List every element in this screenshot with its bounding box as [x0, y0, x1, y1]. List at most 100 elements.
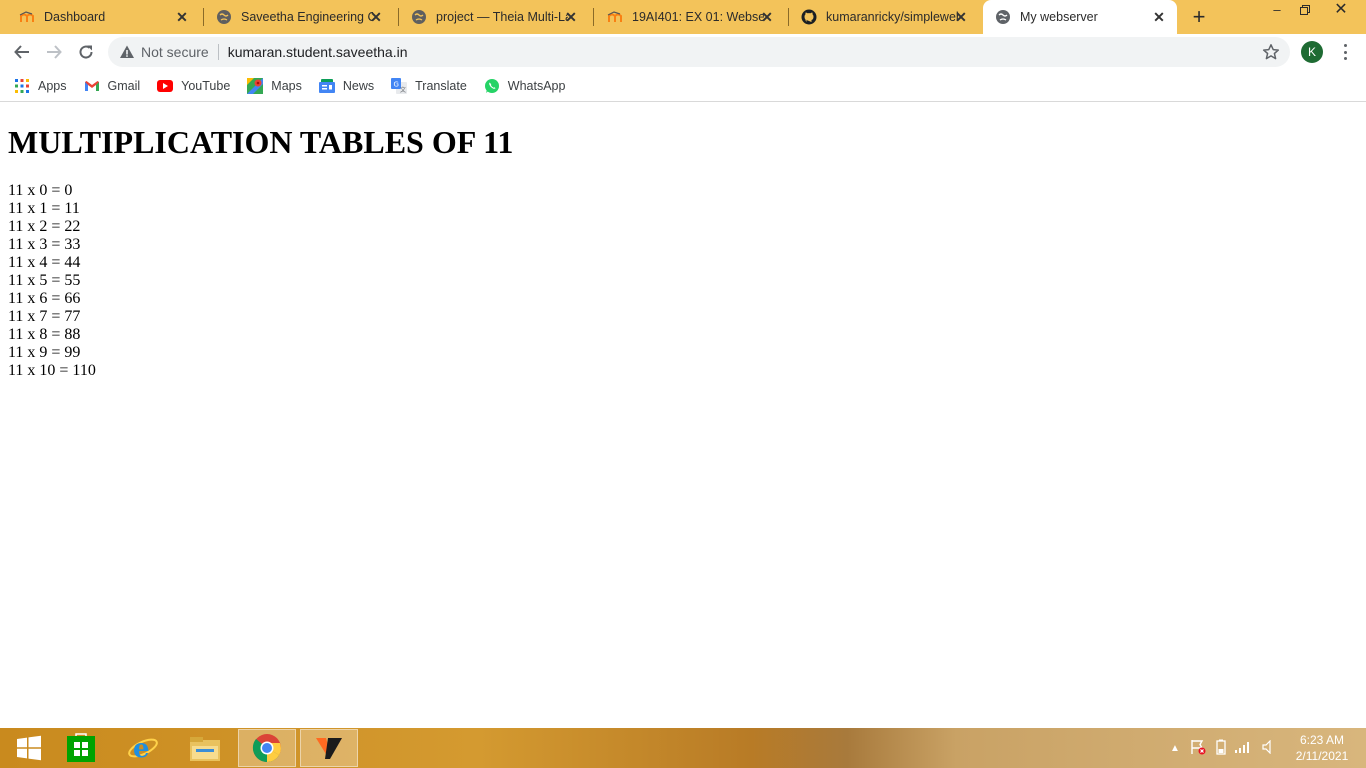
browser-menu-button[interactable]: [1337, 43, 1353, 61]
volume-icon[interactable]: [1262, 739, 1274, 757]
table-row: 11 x 0 = 0: [8, 182, 73, 199]
app-v-icon: [316, 738, 342, 759]
news-icon: [318, 78, 335, 94]
bookmark-label: News: [342, 78, 375, 93]
chevron-up-icon[interactable]: ▲: [1170, 743, 1180, 754]
bookmark-news[interactable]: News: [318, 78, 375, 94]
restore-icon: [1300, 5, 1310, 15]
windows-taskbar: e ▲ 6:23 AM 2/11/2021: [0, 728, 1366, 768]
gmail-icon: [84, 78, 100, 94]
action-center-flag-icon[interactable]: [1190, 739, 1206, 758]
taskbar-file-explorer[interactable]: [176, 729, 234, 767]
system-clock[interactable]: 6:23 AM 2/11/2021: [1289, 732, 1355, 764]
tab-title: project — Theia Multi-La: [436, 10, 568, 24]
table-row: 11 x 4 = 44: [8, 254, 81, 271]
close-tab-icon[interactable]: ✕: [563, 9, 579, 25]
taskbar-chrome[interactable]: [238, 729, 296, 767]
bookmark-star-icon[interactable]: [1262, 43, 1280, 61]
back-button[interactable]: [10, 40, 34, 64]
bookmarks-bar: Apps Gmail YouTube Maps News G文 Translat…: [0, 70, 1366, 102]
taskbar-store[interactable]: [52, 729, 110, 767]
bookmark-label: Gmail: [107, 78, 141, 93]
close-tab-icon[interactable]: ✕: [174, 9, 190, 25]
table-row: 11 x 6 = 66: [8, 290, 81, 307]
bookmark-maps[interactable]: Maps: [247, 77, 302, 94]
forward-button[interactable]: [42, 40, 66, 64]
page-content: MULTIPLICATION TABLES OF 11 11 x 0 = 0 1…: [0, 103, 1366, 728]
url-text[interactable]: kumaran.student.saveetha.in: [228, 44, 408, 60]
tab-title: kumaranricky/simpleweb: [826, 10, 958, 24]
close-tab-icon[interactable]: ✕: [759, 9, 775, 25]
clock-time: 6:23 AM: [1299, 733, 1345, 747]
bookmark-label: WhatsApp: [507, 78, 566, 93]
bookmark-whatsapp[interactable]: WhatsApp: [484, 78, 566, 94]
table-row: 11 x 10 = 110: [8, 362, 96, 379]
moodle-icon: [19, 9, 35, 25]
tab-title: 19AI401: EX 01: Webserv: [632, 10, 764, 24]
close-tab-icon[interactable]: ✕: [1151, 9, 1167, 25]
maps-icon: [247, 77, 264, 94]
translate-icon: G文: [391, 77, 408, 94]
signal-icon[interactable]: [1234, 740, 1252, 757]
close-tab-icon[interactable]: ✕: [953, 9, 969, 25]
apps-grid-icon: [14, 78, 30, 94]
reload-icon: [79, 45, 93, 59]
restore-button[interactable]: [1290, 0, 1320, 22]
multiplication-list: 11 x 0 = 0 11 x 1 = 11 11 x 2 = 22 11 x …: [8, 182, 96, 380]
bookmark-gmail[interactable]: Gmail: [84, 78, 141, 94]
tab-title: Dashboard: [44, 10, 106, 24]
reload-button[interactable]: [74, 40, 98, 64]
tab-github[interactable]: kumaranricky/simpleweb ✕: [782, 0, 979, 34]
svg-text:e: e: [133, 734, 150, 763]
table-row: 11 x 9 = 99: [8, 344, 81, 361]
bookmark-apps[interactable]: Apps: [14, 78, 67, 94]
tab-saveetha[interactable]: Saveetha Engineering Co ✕: [197, 0, 394, 34]
globe-icon: [411, 9, 427, 25]
table-row: 11 x 5 = 55: [8, 272, 81, 289]
internet-explorer-icon: e: [128, 734, 158, 763]
table-row: 11 x 8 = 88: [8, 326, 81, 343]
tab-title: Saveetha Engineering Co: [241, 10, 373, 24]
tab-my-webserver[interactable]: My webserver ✕: [983, 0, 1177, 34]
bookmark-label: Apps: [38, 78, 67, 93]
start-button[interactable]: [0, 729, 58, 767]
tab-dashboard[interactable]: Dashboard ✕: [0, 0, 200, 34]
whatsapp-icon: [484, 78, 500, 94]
svg-text:文: 文: [400, 86, 406, 94]
tab-strip: Dashboard ✕ Saveetha Engineering Co ✕ pr…: [0, 0, 1366, 34]
bookmark-youtube[interactable]: YouTube: [157, 78, 230, 94]
youtube-icon: [157, 78, 174, 94]
taskbar-internet-explorer[interactable]: e: [114, 729, 172, 767]
browser-toolbar: Not secure kumaran.student.saveetha.in K: [0, 34, 1366, 70]
new-tab-button[interactable]: +: [1187, 6, 1211, 28]
address-bar[interactable]: Not secure kumaran.student.saveetha.in: [108, 37, 1290, 67]
security-label[interactable]: Not secure: [141, 44, 209, 60]
arrow-right-icon: [47, 45, 62, 59]
globe-icon: [995, 9, 1011, 25]
clock-date: 2/11/2021: [1295, 749, 1349, 763]
tab-ex01[interactable]: 19AI401: EX 01: Webserv ✕: [588, 0, 785, 34]
chrome-icon: [252, 734, 281, 762]
arrow-left-icon: [14, 45, 29, 59]
windows-start-icon: [17, 735, 41, 761]
bookmark-label: Maps: [271, 78, 302, 93]
omnibox-divider: [217, 44, 219, 60]
table-row: 11 x 2 = 22: [8, 218, 81, 235]
bookmark-label: Translate: [415, 78, 467, 93]
minimize-button[interactable]: –: [1262, 0, 1292, 22]
bookmark-label: YouTube: [181, 78, 231, 93]
moodle-icon: [607, 9, 623, 25]
warning-icon[interactable]: [119, 44, 135, 60]
page-heading: MULTIPLICATION TABLES OF 11: [8, 124, 514, 160]
taskbar-app-v[interactable]: [300, 729, 358, 767]
bookmark-translate[interactable]: G文 Translate: [391, 77, 467, 94]
file-explorer-icon: [190, 737, 220, 761]
profile-avatar[interactable]: K: [1301, 41, 1323, 63]
store-icon: [67, 733, 95, 762]
globe-icon: [216, 9, 232, 25]
battery-icon[interactable]: [1216, 739, 1226, 758]
github-icon: [801, 9, 817, 25]
close-window-button[interactable]: ✕: [1326, 0, 1356, 22]
close-tab-icon[interactable]: ✕: [368, 9, 384, 25]
tab-theia[interactable]: project — Theia Multi-La ✕: [392, 0, 589, 34]
